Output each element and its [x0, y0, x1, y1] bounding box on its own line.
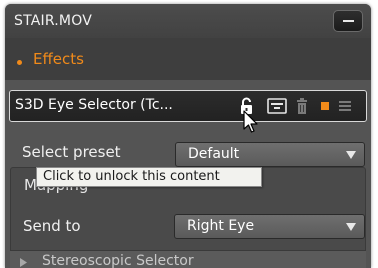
effect-name: S3D Eye Selector (Tc...	[15, 97, 173, 113]
effects-section-header[interactable]: Effects	[5, 38, 371, 80]
clip-title: STAIR.MOV	[14, 13, 92, 29]
trash-icon[interactable]	[296, 97, 308, 115]
chevron-right-icon	[20, 258, 27, 267]
send-to-label: Send to	[23, 217, 81, 235]
mouse-cursor-icon	[243, 110, 258, 133]
bullet-icon	[17, 60, 22, 65]
preset-value: Default	[188, 146, 240, 162]
panel-titlebar: STAIR.MOV	[5, 4, 371, 38]
settings-panel-icon[interactable]	[267, 97, 287, 115]
tooltip-text: Click to unlock this content	[43, 169, 220, 184]
stereoscopic-selector-label: Stereoscopic Selector	[42, 253, 194, 268]
minimize-button[interactable]	[333, 10, 363, 32]
minus-icon	[343, 20, 354, 22]
effects-section-label: Effects	[33, 50, 84, 68]
unlock-tooltip: Click to unlock this content	[36, 167, 262, 187]
grip-icon[interactable]	[339, 101, 351, 111]
preset-label: Select preset	[22, 143, 121, 161]
preset-select[interactable]: Default	[175, 142, 365, 167]
effects-panel: STAIR.MOV Effects S3D Eye Selector (Tc..…	[5, 4, 371, 268]
effect-row[interactable]: S3D Eye Selector (Tc...	[9, 90, 367, 122]
stereoscopic-selector-row[interactable]: Stereoscopic Selector	[10, 250, 366, 268]
color-swatch[interactable]	[321, 102, 329, 110]
send-to-value: Right Eye	[187, 218, 255, 234]
chevron-down-icon	[346, 223, 356, 231]
chevron-down-icon	[346, 151, 356, 159]
send-to-select[interactable]: Right Eye	[174, 214, 365, 239]
